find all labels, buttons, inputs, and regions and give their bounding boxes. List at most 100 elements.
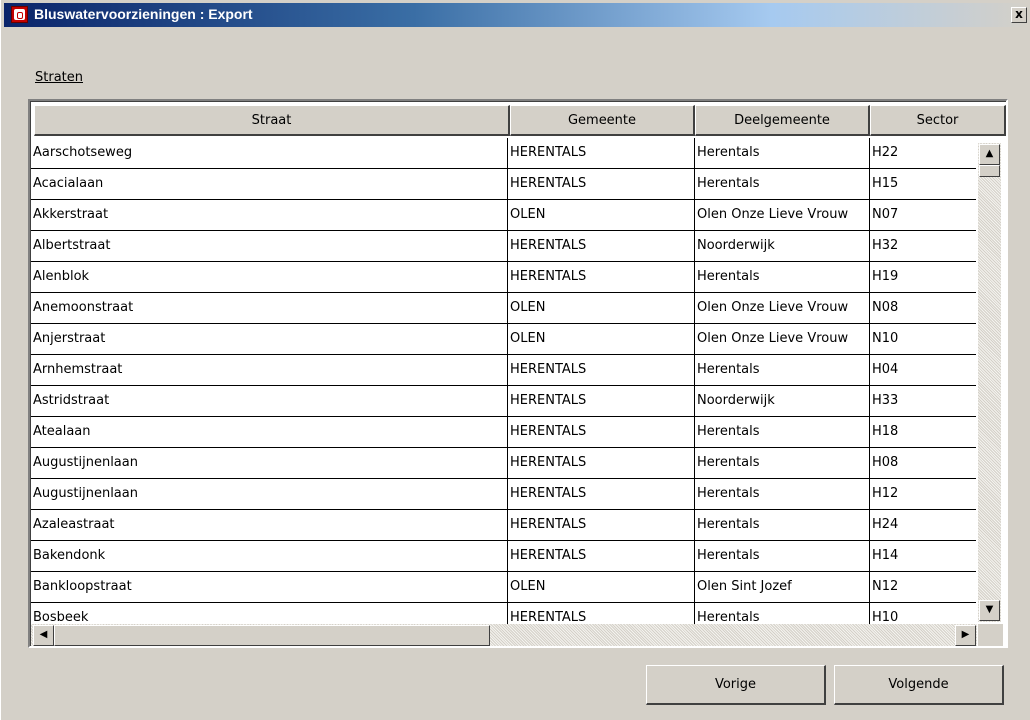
cell-straat: Aarschotseweg xyxy=(31,138,508,168)
cell-gemeente: OLEN xyxy=(508,200,695,230)
cell-deelgemeente: Noorderwijk xyxy=(695,231,870,261)
scroll-right-button[interactable]: ▶ xyxy=(955,625,976,646)
table-rows: Aarschotseweg HERENTALS Herentals H22 Acacia… xyxy=(31,138,976,626)
cell-sector: H19 xyxy=(872,269,899,284)
vertical-scrollbar[interactable]: ▲ ▼ xyxy=(978,143,1001,622)
cell-sector: H15 xyxy=(872,176,899,191)
cell-gemeente: OLEN xyxy=(508,572,695,602)
cell-gemeente: HERENTALS xyxy=(508,603,695,626)
cell-deelgemeente: Herentals xyxy=(695,510,870,540)
table-row[interactable]: Augustijnenlaan HERENTALS Herentals H08 xyxy=(31,448,976,479)
cell-sector: H18 xyxy=(872,424,899,439)
scroll-down-button[interactable]: ▼ xyxy=(979,600,1000,621)
table-row[interactable]: Aarschotseweg HERENTALS Herentals H22 xyxy=(31,138,976,169)
cell-gemeente: HERENTALS xyxy=(508,510,695,540)
next-button[interactable]: Volgende xyxy=(834,665,1004,705)
cell-straat: Anemoonstraat xyxy=(31,293,508,323)
table-row[interactable]: Alenblok HERENTALS Herentals H19 xyxy=(31,262,976,293)
vertical-scroll-thumb[interactable] xyxy=(979,165,1000,177)
cell-sector: N12 xyxy=(872,579,899,594)
cell-gemeente: HERENTALS xyxy=(508,541,695,571)
cell-deelgemeente: Herentals xyxy=(695,479,870,509)
cell-gemeente: HERENTALS xyxy=(508,169,695,199)
section-label-straten: Straten xyxy=(35,70,83,85)
arrow-right-icon: ▶ xyxy=(961,629,970,640)
table-row[interactable]: Albertstraat HERENTALS Noorderwijk H32 xyxy=(31,231,976,262)
cell-sector: H33 xyxy=(872,393,899,408)
cell-gemeente: OLEN xyxy=(508,324,695,354)
streets-table-body: Straat Gemeente Deelgemeente Sector Aars… xyxy=(30,101,1006,646)
column-header-sector[interactable]: Sector xyxy=(870,105,1006,136)
cell-deelgemeente: Herentals xyxy=(695,355,870,385)
cell-sector: H32 xyxy=(872,238,899,253)
scroll-left-button[interactable]: ◀ xyxy=(33,625,54,646)
table-row[interactable]: Bankloopstraat OLEN Olen Sint Jozef N12 xyxy=(31,572,976,603)
export-window: Bluswatervoorzieningen : Export x Strate… xyxy=(0,0,1030,720)
streets-table: Straat Gemeente Deelgemeente Sector Aars… xyxy=(28,99,1008,648)
cell-gemeente: HERENTALS xyxy=(508,138,695,168)
cell-straat: Acacialaan xyxy=(31,169,508,199)
cell-straat: Augustijnenlaan xyxy=(31,448,508,478)
cell-straat: Alenblok xyxy=(31,262,508,292)
arrow-left-icon: ◀ xyxy=(39,629,48,640)
cell-sector: H12 xyxy=(872,486,899,501)
horizontal-scroll-thumb[interactable] xyxy=(54,625,490,646)
cell-deelgemeente: Noorderwijk xyxy=(695,386,870,416)
cell-deelgemeente: Olen Onze Lieve Vrouw xyxy=(695,200,870,230)
cell-deelgemeente: Herentals xyxy=(695,541,870,571)
cell-deelgemeente: Olen Onze Lieve Vrouw xyxy=(695,324,870,354)
window-title: Bluswatervoorzieningen : Export xyxy=(34,6,253,22)
horizontal-scrollbar[interactable]: ◀ ▶ xyxy=(31,624,977,646)
scroll-up-button[interactable]: ▲ xyxy=(979,144,1000,165)
table-row[interactable]: Acacialaan HERENTALS Herentals H15 xyxy=(31,169,976,200)
scrollbar-corner xyxy=(978,624,1003,646)
cell-sector: N07 xyxy=(872,207,899,222)
table-header: Straat Gemeente Deelgemeente Sector xyxy=(34,105,1006,136)
cell-gemeente: HERENTALS xyxy=(508,355,695,385)
cell-deelgemeente: Herentals xyxy=(695,262,870,292)
cell-gemeente: HERENTALS xyxy=(508,417,695,447)
cell-straat: Albertstraat xyxy=(31,231,508,261)
column-header-straat[interactable]: Straat xyxy=(34,105,510,136)
table-row[interactable]: Atealaan HERENTALS Herentals H18 xyxy=(31,417,976,448)
table-row[interactable]: Azaleastraat HERENTALS Herentals H24 xyxy=(31,510,976,541)
table-row[interactable]: Akkerstraat OLEN Olen Onze Lieve Vrouw N07 xyxy=(31,200,976,231)
table-row[interactable]: Bakendonk HERENTALS Herentals H14 xyxy=(31,541,976,572)
cell-deelgemeente: Herentals xyxy=(695,603,870,626)
column-header-deelgemeente[interactable]: Deelgemeente xyxy=(695,105,870,136)
cell-sector: H24 xyxy=(872,517,899,532)
arrow-down-icon: ▼ xyxy=(985,604,994,615)
cell-deelgemeente: Herentals xyxy=(695,417,870,447)
cell-sector: N10 xyxy=(872,331,899,346)
cell-gemeente: HERENTALS xyxy=(508,262,695,292)
close-button[interactable]: x xyxy=(1011,7,1027,23)
previous-button[interactable]: Vorige xyxy=(646,665,826,705)
app-logo-icon xyxy=(11,6,28,23)
table-row[interactable]: Anjerstraat OLEN Olen Onze Lieve Vrouw N10 xyxy=(31,324,976,355)
column-header-gemeente[interactable]: Gemeente xyxy=(510,105,695,136)
cell-straat: Bakendonk xyxy=(31,541,508,571)
cell-straat: Atealaan xyxy=(31,417,508,447)
title-bar[interactable]: Bluswatervoorzieningen : Export x xyxy=(4,3,1028,27)
cell-sector: H08 xyxy=(872,455,899,470)
table-row[interactable]: Arnhemstraat HERENTALS Herentals H04 xyxy=(31,355,976,386)
cell-straat: Augustijnenlaan xyxy=(31,479,508,509)
table-row[interactable]: Bosbeek HERENTALS Herentals H10 xyxy=(31,603,976,626)
table-row[interactable]: Anemoonstraat OLEN Olen Onze Lieve Vrouw N0… xyxy=(31,293,976,324)
cell-gemeente: HERENTALS xyxy=(508,448,695,478)
cell-gemeente: HERENTALS xyxy=(508,479,695,509)
cell-deelgemeente: Herentals xyxy=(695,448,870,478)
cell-sector: H10 xyxy=(872,610,899,625)
cell-deelgemeente: Herentals xyxy=(695,169,870,199)
table-row[interactable]: Augustijnenlaan HERENTALS Herentals H12 xyxy=(31,479,976,510)
cell-straat: Bosbeek xyxy=(31,603,508,626)
cell-straat: Anjerstraat xyxy=(31,324,508,354)
cell-gemeente: OLEN xyxy=(508,293,695,323)
cell-straat: Akkerstraat xyxy=(31,200,508,230)
cell-gemeente: HERENTALS xyxy=(508,386,695,416)
cell-straat: Azaleastraat xyxy=(31,510,508,540)
table-row[interactable]: Astridstraat HERENTALS Noorderwijk H33 xyxy=(31,386,976,417)
cell-deelgemeente: Olen Onze Lieve Vrouw xyxy=(695,293,870,323)
cell-straat: Astridstraat xyxy=(31,386,508,416)
close-icon: x xyxy=(1015,7,1023,21)
